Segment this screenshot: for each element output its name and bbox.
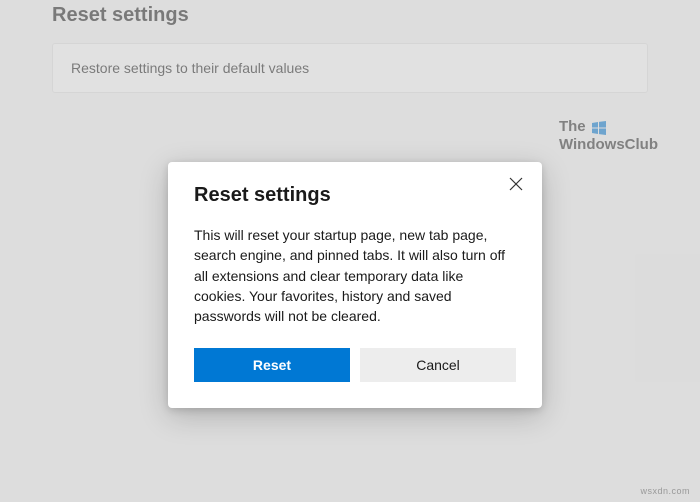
dialog-actions: Reset Cancel	[194, 348, 516, 382]
cancel-button[interactable]: Cancel	[360, 348, 516, 382]
reset-settings-dialog: Reset settings This will reset your star…	[168, 162, 542, 408]
dialog-title: Reset settings	[194, 184, 516, 207]
dialog-body: This will reset your startup page, new t…	[194, 225, 516, 326]
watermark-text: wsxdn.com	[640, 486, 690, 496]
close-button[interactable]	[506, 176, 526, 196]
close-icon	[509, 177, 523, 196]
reset-button[interactable]: Reset	[194, 348, 350, 382]
